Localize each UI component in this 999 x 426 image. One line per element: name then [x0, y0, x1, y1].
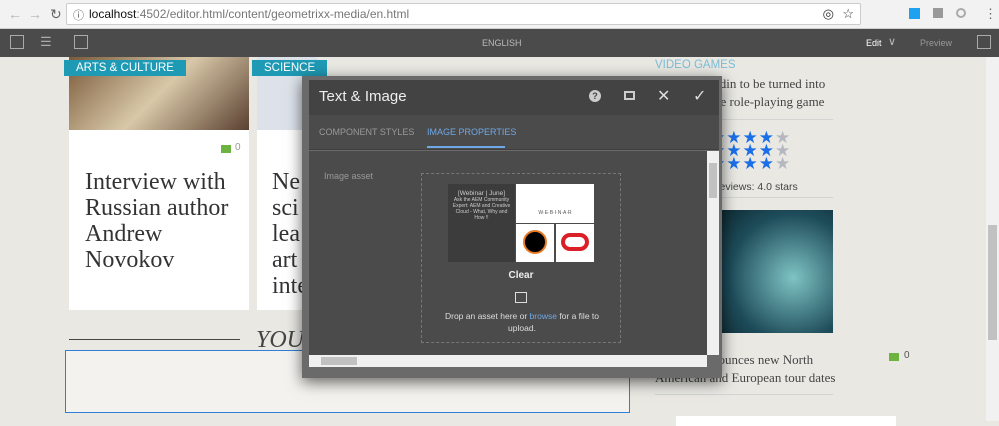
star-filled-icon: ★	[742, 154, 759, 173]
page-title: ENGLISH	[482, 38, 522, 48]
forward-icon[interactable]: →	[28, 6, 42, 22]
star-row: ★★★★★	[710, 154, 792, 173]
scrollbar-thumb[interactable]	[988, 225, 997, 340]
rating-stars: ★★★★★★★★★★★★★★★	[710, 129, 792, 173]
star-filled-icon: ★	[758, 154, 775, 173]
comment-icon	[221, 145, 231, 153]
category-tag[interactable]: SCIENCE	[252, 60, 328, 76]
bookmark-star-icon[interactable]: ☆	[842, 6, 854, 22]
tab-image-properties[interactable]: IMAGE PROPERTIES	[427, 127, 516, 137]
fullscreen-icon[interactable]	[624, 91, 635, 100]
clear-button[interactable]: Clear	[422, 270, 620, 281]
category-label[interactable]: VIDEO GAMES	[655, 59, 736, 71]
drop-text: Drop an asset here or	[444, 311, 530, 321]
browse-link[interactable]: browse	[530, 311, 557, 321]
thumb-text: W·E·B·I·N·A·R	[538, 210, 572, 216]
divider	[69, 339, 240, 340]
info-icon[interactable]: ⓘ	[73, 7, 84, 23]
dialog-horizontal-scrollbar[interactable]	[309, 355, 707, 367]
text-image-dialog: Text & Image ? ✕ ✓ COMPONENT STYLES IMAG…	[302, 76, 722, 378]
location-icon[interactable]: ◎	[823, 6, 834, 22]
creative-cloud-logo	[556, 224, 594, 262]
dialog-vertical-scrollbar[interactable]	[707, 151, 719, 355]
extension-icon[interactable]	[933, 8, 943, 18]
preview-button[interactable]: Preview	[920, 38, 952, 48]
article-headline[interactable]: adin to be turned into	[714, 75, 825, 93]
dialog-header: Text & Image ? ✕ ✓	[309, 80, 719, 115]
tab-component-styles[interactable]: COMPONENT STYLES	[319, 127, 414, 137]
drop-instructions: Drop an asset here or browse for a file …	[437, 310, 607, 334]
browser-bar: ← → ↻ ⓘ localhost:4502/editor.html/conte…	[0, 0, 999, 29]
comment-icon	[889, 353, 899, 361]
help-icon[interactable]: ?	[589, 90, 601, 102]
thumb-title: [Webinar | June]	[457, 190, 506, 197]
article-title[interactable]: Interview with Russian author Andrew Nov…	[85, 169, 245, 273]
edit-mode-button[interactable]: Edit	[866, 38, 882, 48]
scrollbar-thumb[interactable]	[321, 357, 357, 365]
reviews-summary: reviews: 4.0 stars	[716, 181, 798, 193]
image-dropzone[interactable]: [Webinar | June] Ask the AEM Community E…	[421, 173, 621, 343]
reload-icon[interactable]: ↻	[50, 6, 62, 23]
url-path: :4502/editor.html/content/geometrixx-med…	[136, 7, 410, 21]
dialog-body: Image asset [Webinar | June] Ask the AEM…	[309, 151, 707, 355]
article-card[interactable]: 0 Interview with Russian author Andrew N…	[69, 57, 249, 310]
dialog-title: Text & Image	[319, 88, 407, 105]
profile-icon[interactable]	[956, 8, 966, 18]
emulator-icon[interactable]	[74, 35, 88, 49]
properties-icon[interactable]: ☰	[40, 34, 52, 50]
image-icon	[515, 292, 527, 303]
back-icon[interactable]: ←	[8, 6, 22, 22]
address-bar[interactable]: ⓘ localhost:4502/editor.html/content/geo…	[66, 3, 861, 25]
field-label: Image asset	[324, 171, 374, 181]
article-headline[interactable]: ne role-playing game	[714, 93, 824, 111]
comment-count: 0	[235, 142, 241, 153]
windows-extension-icon[interactable]	[909, 8, 920, 19]
side-panel-icon[interactable]	[10, 35, 24, 49]
widget-box	[676, 416, 896, 426]
article-headline[interactable]: nounces new North	[712, 351, 813, 369]
menu-icon[interactable]: ⋮	[984, 6, 997, 22]
comment-count: 0	[904, 350, 910, 361]
chevron-down-icon[interactable]: ∨	[888, 35, 896, 48]
star-empty-icon: ★	[775, 154, 792, 173]
editor-toolbar: ☰ ENGLISH Edit ∨ Preview	[0, 29, 999, 57]
active-tab-indicator	[427, 146, 505, 148]
done-check-icon[interactable]: ✓	[693, 86, 706, 106]
aem-logo	[516, 224, 554, 262]
dialog-tabs: COMPONENT STYLES IMAGE PROPERTIES	[309, 115, 719, 150]
star-filled-icon: ★	[726, 154, 743, 173]
page-scrollbar[interactable]	[986, 57, 999, 421]
asset-thumbnail-webinar: [Webinar | June] Ask the AEM Community E…	[448, 184, 515, 262]
scrollbar-thumb[interactable]	[709, 163, 717, 198]
close-icon[interactable]: ✕	[657, 86, 670, 106]
annotations-icon[interactable]	[977, 35, 991, 49]
thumb-text: Ask the AEM Community Expert: AEM and Cr…	[452, 197, 511, 221]
asset-thumbnail-webinar-logo: W·E·B·I·N·A·R	[516, 184, 594, 223]
url-host: localhost	[89, 7, 137, 21]
divider	[655, 394, 833, 395]
category-tag[interactable]: ARTS & CULTURE	[64, 60, 186, 76]
